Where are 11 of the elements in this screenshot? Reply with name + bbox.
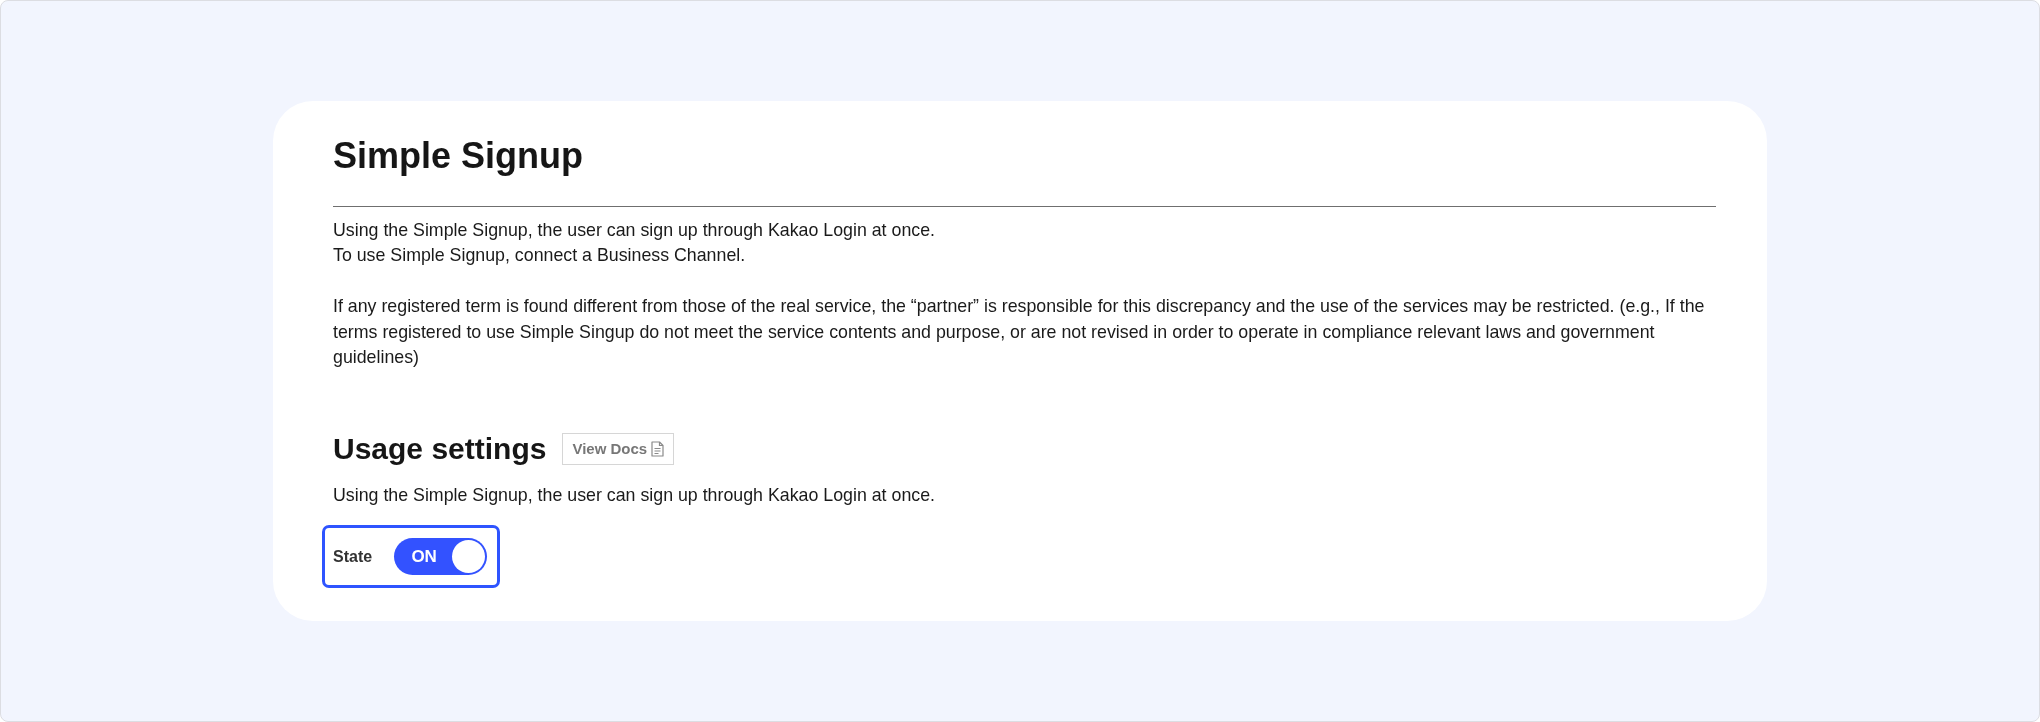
state-label: State: [333, 546, 373, 567]
view-docs-button[interactable]: View Docs: [562, 432, 675, 465]
toggle-knob: [452, 540, 486, 574]
section-title: Usage settings: [333, 430, 547, 467]
intro-text: Using the Simple Signup, the user can sign up through Kakao Login at once.: [333, 218, 936, 242]
intro-text: To use Simple Signup, connect a Business Channel.: [333, 244, 747, 268]
notice-paragraph: If any registered term is found different from those of the real service, the “partner” is responsible for this discrepancy and the use of the services may be restricted. (e.g., If the terms registered to use Simple Singup do not meet the service contents and purpose, or are not revised in order to operate in compliance relevant laws and government guidelines): [333, 295, 1706, 370]
document-icon: [651, 440, 665, 457]
section-description: Using the Simple Signup, the user can sign up through Kakao Login at once.: [333, 483, 936, 507]
page-title: Simple Signup: [333, 133, 584, 177]
state-toggle-switch[interactable]: ON: [394, 538, 488, 576]
